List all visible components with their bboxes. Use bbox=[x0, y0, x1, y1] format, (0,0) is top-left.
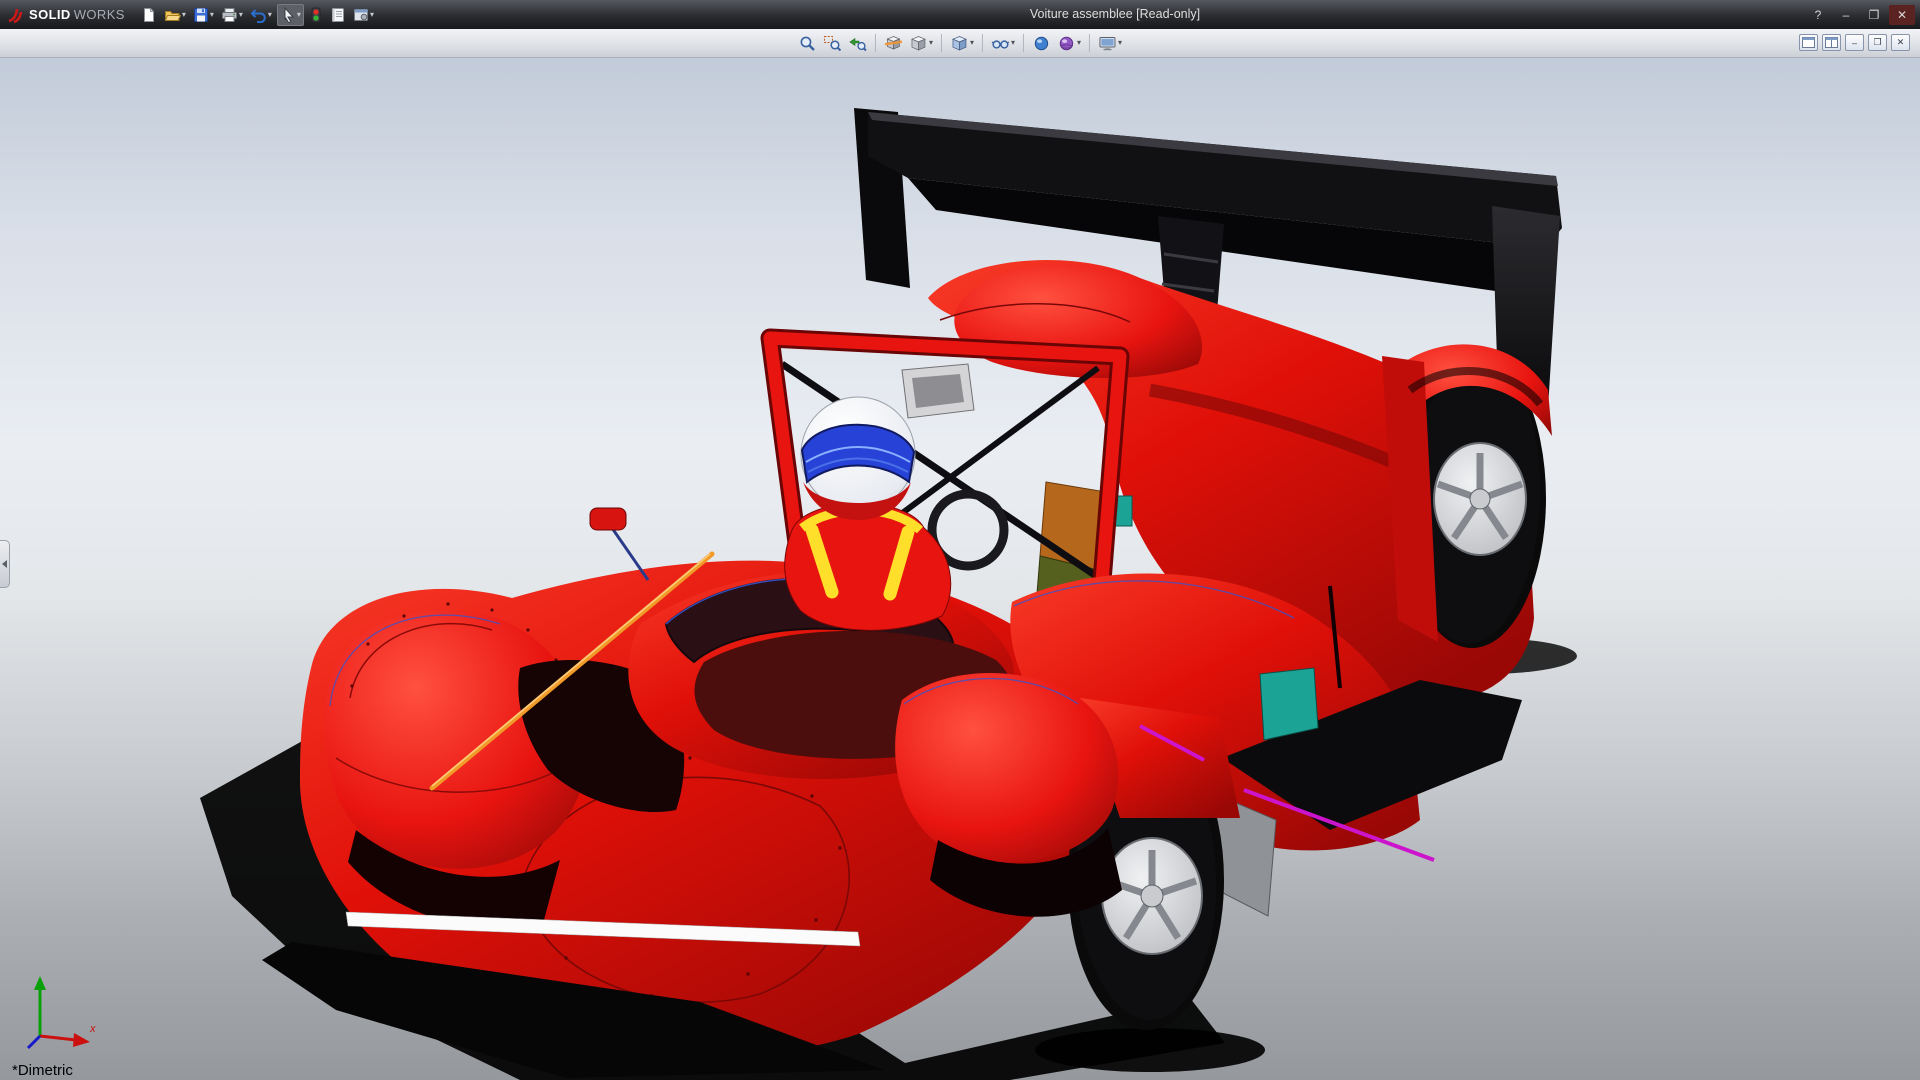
solidworks-swirl-icon bbox=[6, 6, 26, 24]
file-toolbar: ▾ ▾ ▾ ▾ ▾ ▾ bbox=[139, 4, 376, 26]
dropdown-caret[interactable]: ▾ bbox=[239, 11, 243, 19]
save-button[interactable]: ▾ bbox=[191, 4, 216, 26]
rear-hub bbox=[1470, 489, 1490, 509]
chevron-left-icon bbox=[2, 560, 7, 568]
print-button[interactable]: ▾ bbox=[219, 4, 245, 26]
hide-show-items-button[interactable]: ▾ bbox=[989, 31, 1017, 55]
dropdown-caret[interactable]: ▾ bbox=[970, 39, 974, 47]
section-view-icon bbox=[884, 34, 903, 53]
orientation-triad: x bbox=[18, 972, 102, 1056]
new-document-icon bbox=[141, 7, 157, 23]
view-orientation-cube-icon bbox=[909, 34, 928, 53]
undo-arrow-icon bbox=[250, 7, 267, 23]
brand-works: WORKS bbox=[74, 7, 125, 22]
help-button[interactable]: ? bbox=[1805, 5, 1831, 25]
x-axis-label: x bbox=[89, 1023, 96, 1035]
dropdown-caret[interactable]: ▾ bbox=[182, 11, 186, 19]
select-cursor-icon bbox=[280, 7, 296, 23]
options-button[interactable]: ▾ bbox=[351, 4, 376, 26]
previous-view-icon bbox=[848, 34, 867, 53]
design-binder-button[interactable] bbox=[328, 4, 348, 26]
window-title: Voiture assemblee [Read-only] bbox=[440, 7, 1790, 21]
doc-close-button[interactable]: ✕ bbox=[1891, 34, 1910, 51]
new-document-button[interactable] bbox=[139, 4, 159, 26]
section-view-button[interactable] bbox=[882, 31, 905, 55]
y-axis-arrow bbox=[34, 976, 46, 990]
dropdown-caret[interactable]: ▾ bbox=[1118, 39, 1122, 47]
solidworks-logo: SOLIDWORKS bbox=[0, 6, 139, 24]
display-style-cube-icon bbox=[950, 34, 969, 53]
toolbar-separator bbox=[875, 34, 876, 52]
open-button[interactable]: ▾ bbox=[162, 4, 188, 26]
toolbar-separator bbox=[1089, 34, 1090, 52]
title-bar: SOLIDWORKS ▾ ▾ ▾ ▾ ▾ bbox=[0, 0, 1920, 29]
panel-expander-tab[interactable] bbox=[0, 540, 10, 588]
heads-up-row: ▾ ▾ ▾ ▾ ▾ – ❐ bbox=[0, 29, 1920, 58]
close-button[interactable]: ✕ bbox=[1889, 5, 1915, 25]
side-glass bbox=[1260, 668, 1318, 740]
front-hub bbox=[1141, 885, 1163, 907]
doc-restore-button[interactable]: ❐ bbox=[1868, 34, 1887, 51]
previous-view-button[interactable] bbox=[846, 31, 869, 55]
dropdown-caret[interactable]: ▾ bbox=[1011, 39, 1015, 47]
toolbar-separator bbox=[941, 34, 942, 52]
zoom-to-fit-button[interactable] bbox=[796, 31, 819, 55]
zoom-to-area-icon bbox=[823, 34, 842, 53]
pane-single-icon bbox=[1802, 37, 1815, 48]
display-style-button[interactable]: ▾ bbox=[948, 31, 976, 55]
view-orientation-label: *Dimetric bbox=[12, 1062, 73, 1079]
monitor-icon bbox=[1098, 34, 1117, 53]
minimize-button[interactable]: – bbox=[1833, 5, 1859, 25]
x-axis-arrow bbox=[73, 1033, 90, 1047]
dropdown-caret[interactable]: ▾ bbox=[370, 11, 374, 19]
dropdown-caret[interactable]: ▾ bbox=[297, 11, 301, 19]
maximize-button[interactable]: ❐ bbox=[1861, 5, 1887, 25]
appearance-ball-icon bbox=[1032, 34, 1051, 53]
rebuild-button[interactable] bbox=[307, 4, 325, 26]
pane-split-button[interactable] bbox=[1822, 34, 1841, 51]
dropdown-caret[interactable]: ▾ bbox=[210, 11, 214, 19]
undo-button[interactable]: ▾ bbox=[248, 4, 274, 26]
graphics-area[interactable]: x *Dimetric bbox=[0, 58, 1920, 1080]
z-axis-stub bbox=[28, 1036, 40, 1048]
driver[interactable] bbox=[785, 397, 1004, 630]
pane-single-button[interactable] bbox=[1799, 34, 1818, 51]
open-folder-icon bbox=[164, 7, 181, 23]
view-orientation-button[interactable]: ▾ bbox=[907, 31, 935, 55]
doc-minimize-button[interactable]: – bbox=[1845, 34, 1864, 51]
document-window-controls: – ❐ ✕ bbox=[1799, 34, 1910, 51]
pane-split-icon bbox=[1825, 37, 1838, 48]
scene-ball-icon bbox=[1057, 34, 1076, 53]
3d-model-race-car[interactable] bbox=[0, 58, 1920, 1080]
dropdown-caret[interactable]: ▾ bbox=[1077, 39, 1081, 47]
select-tool-button[interactable]: ▾ bbox=[277, 4, 304, 26]
traffic-light-icon bbox=[309, 7, 323, 23]
apply-scene-button[interactable]: ▾ bbox=[1055, 31, 1083, 55]
side-mirror[interactable] bbox=[590, 508, 626, 530]
zoom-to-fit-icon bbox=[798, 34, 817, 53]
options-window-icon bbox=[353, 7, 369, 23]
glasses-icon bbox=[991, 34, 1010, 53]
edit-appearance-button[interactable] bbox=[1030, 31, 1053, 55]
toolbar-separator bbox=[982, 34, 983, 52]
save-disk-icon bbox=[193, 7, 209, 23]
print-icon bbox=[221, 7, 238, 23]
dropdown-caret[interactable]: ▾ bbox=[929, 39, 933, 47]
view-toolbar: ▾ ▾ ▾ ▾ ▾ bbox=[796, 31, 1124, 55]
toolbar-separator bbox=[1023, 34, 1024, 52]
brand-solid: SOLID bbox=[29, 7, 71, 22]
window-controls: ? – ❐ ✕ bbox=[1805, 5, 1920, 25]
view-settings-button[interactable]: ▾ bbox=[1096, 31, 1124, 55]
design-binder-icon bbox=[330, 7, 346, 23]
zoom-to-area-button[interactable] bbox=[821, 31, 844, 55]
dropdown-caret[interactable]: ▾ bbox=[268, 11, 272, 19]
